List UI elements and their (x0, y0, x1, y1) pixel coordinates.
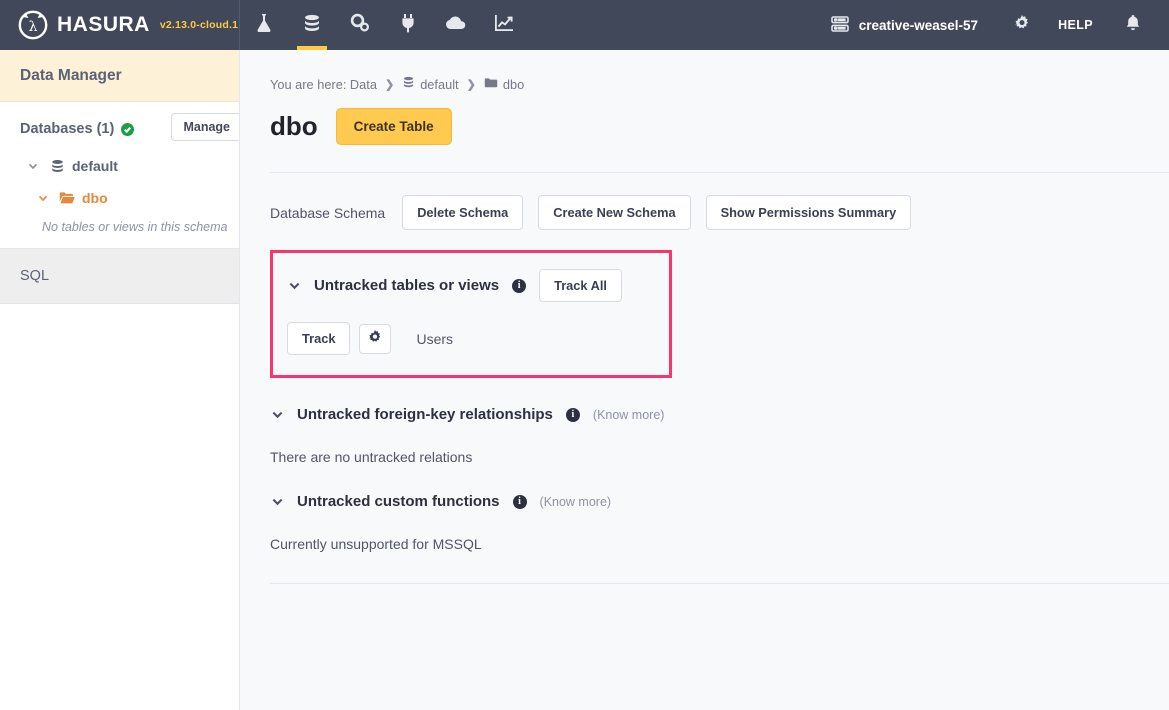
settings-button[interactable] (1014, 15, 1030, 36)
info-icon[interactable]: i (513, 495, 527, 509)
manage-databases-button[interactable]: Manage (171, 113, 240, 141)
sidebar-tree-item-dbo[interactable]: dbo (0, 184, 239, 212)
chevron-down-icon[interactable] (26, 159, 40, 173)
chevron-down-icon[interactable] (270, 408, 284, 422)
project-name: creative-weasel-57 (859, 18, 978, 33)
folder-open-icon (59, 190, 75, 206)
nav-api[interactable] (240, 0, 288, 50)
sidebar: Data Manager Databases (1) Manage (0, 50, 240, 710)
untracked-table-row: Track Users (287, 322, 669, 355)
main-nav (240, 0, 528, 50)
untracked-tables-header: Untracked tables or views i Track All (287, 269, 669, 302)
know-more-link[interactable]: (Know more) (593, 408, 665, 422)
breadcrumb: You are here: Data ❯ default ❯ (270, 76, 1169, 92)
project-selector[interactable]: creative-weasel-57 (830, 15, 978, 36)
untracked-fk-title: Untracked foreign-key relationships (297, 406, 553, 423)
gear-icon (368, 330, 382, 347)
sql-label: SQL (20, 268, 49, 284)
track-all-button[interactable]: Track All (539, 269, 622, 302)
breadcrumb-prefix: You are here: Data (270, 77, 377, 92)
data-manager-title: Data Manager (20, 67, 122, 85)
chevron-down-icon[interactable] (270, 495, 284, 509)
delete-schema-button[interactable]: Delete Schema (402, 195, 523, 230)
version-label: v2.13.0-cloud.1 (160, 19, 238, 31)
breadcrumb-separator-icon: ❯ (467, 78, 476, 91)
breadcrumb-item-default[interactable]: default (402, 76, 458, 92)
database-schema-toolbar: Database Schema Delete Schema Create New… (270, 195, 1169, 230)
plug-icon (399, 13, 417, 38)
gear-icon (1014, 15, 1030, 36)
cloud-icon (445, 15, 467, 36)
breadcrumb-separator-icon: ❯ (385, 78, 394, 91)
untracked-functions-title: Untracked custom functions (297, 493, 500, 510)
know-more-link[interactable]: (Know more) (540, 495, 612, 509)
sidebar-item-sql[interactable]: SQL (0, 249, 239, 304)
help-link[interactable]: HELP (1058, 18, 1093, 32)
track-table-button[interactable]: Track (287, 322, 350, 355)
bottom-divider (270, 583, 1169, 584)
database-schema-label: Database Schema (270, 205, 385, 221)
page-header: dbo Create Table (270, 108, 1169, 145)
top-navigation-bar: λ HASURA v2.13.0-cloud.1 (0, 0, 1169, 50)
chevron-down-icon[interactable] (287, 279, 301, 293)
folder-icon (484, 77, 498, 92)
sidebar-tree-item-default[interactable]: default (0, 152, 239, 180)
databases-header-row: Databases (1) Manage (0, 116, 239, 142)
chart-line-icon (494, 14, 514, 37)
database-icon (302, 13, 322, 38)
untracked-fk-header: Untracked foreign-key relationships i (K… (270, 406, 1169, 423)
untracked-functions-header: Untracked custom functions i (Know more) (270, 493, 1169, 510)
create-table-button[interactable]: Create Table (336, 108, 452, 145)
hasura-logo-icon: λ (18, 10, 48, 40)
create-new-schema-button[interactable]: Create New Schema (538, 195, 690, 230)
nav-events[interactable] (432, 0, 480, 50)
brand-name: HASURA (57, 13, 150, 37)
gears-icon (350, 13, 370, 38)
database-icon (49, 158, 65, 174)
topbar-right-cluster: creative-weasel-57 HELP (830, 0, 1169, 50)
nav-monitoring[interactable] (480, 0, 528, 50)
nav-remote-schemas[interactable] (384, 0, 432, 50)
databases-label: Databases (1) (20, 121, 114, 137)
show-permissions-summary-button[interactable]: Show Permissions Summary (706, 195, 912, 230)
flask-icon (255, 13, 273, 38)
databases-section: Databases (1) Manage default (0, 102, 239, 249)
brand-logo-area[interactable]: λ HASURA v2.13.0-cloud.1 (0, 0, 240, 50)
chevron-down-icon[interactable] (36, 191, 50, 205)
bell-icon (1125, 14, 1141, 37)
untracked-tables-section: Untracked tables or views i Track All Tr… (270, 250, 672, 378)
untracked-functions-note: Currently unsupported for MSSQL (270, 536, 1169, 552)
breadcrumb-item-dbo[interactable]: dbo (484, 77, 524, 92)
main-content: You are here: Data ❯ default ❯ (240, 50, 1169, 710)
untracked-tables-title: Untracked tables or views (314, 277, 499, 294)
info-icon[interactable]: i (512, 279, 526, 293)
untracked-table-name: Users (416, 331, 453, 347)
notifications-button[interactable] (1125, 14, 1141, 37)
breadcrumb-label: default (420, 77, 458, 92)
empty-schema-note: No tables or views in this schema (0, 212, 239, 238)
header-divider (270, 172, 1169, 173)
app-body: Data Manager Databases (1) Manage (0, 50, 1169, 710)
page-title: dbo (270, 111, 318, 142)
connection-ok-icon (121, 123, 134, 136)
nav-data[interactable] (288, 0, 336, 50)
nav-actions[interactable] (336, 0, 384, 50)
table-settings-button[interactable] (359, 324, 391, 354)
untracked-fk-note: There are no untracked relations (270, 449, 1169, 465)
untracked-fk-section: Untracked foreign-key relationships i (K… (270, 406, 1169, 465)
data-manager-header: Data Manager (0, 50, 239, 102)
sidebar-tree-label: default (72, 158, 118, 174)
sidebar-tree-label: dbo (82, 190, 108, 206)
info-icon[interactable]: i (566, 408, 580, 422)
breadcrumb-label: dbo (503, 77, 524, 92)
database-icon (402, 76, 415, 92)
svg-text:λ: λ (29, 19, 38, 35)
server-stack-icon (830, 15, 850, 36)
untracked-functions-section: Untracked custom functions i (Know more)… (270, 493, 1169, 552)
